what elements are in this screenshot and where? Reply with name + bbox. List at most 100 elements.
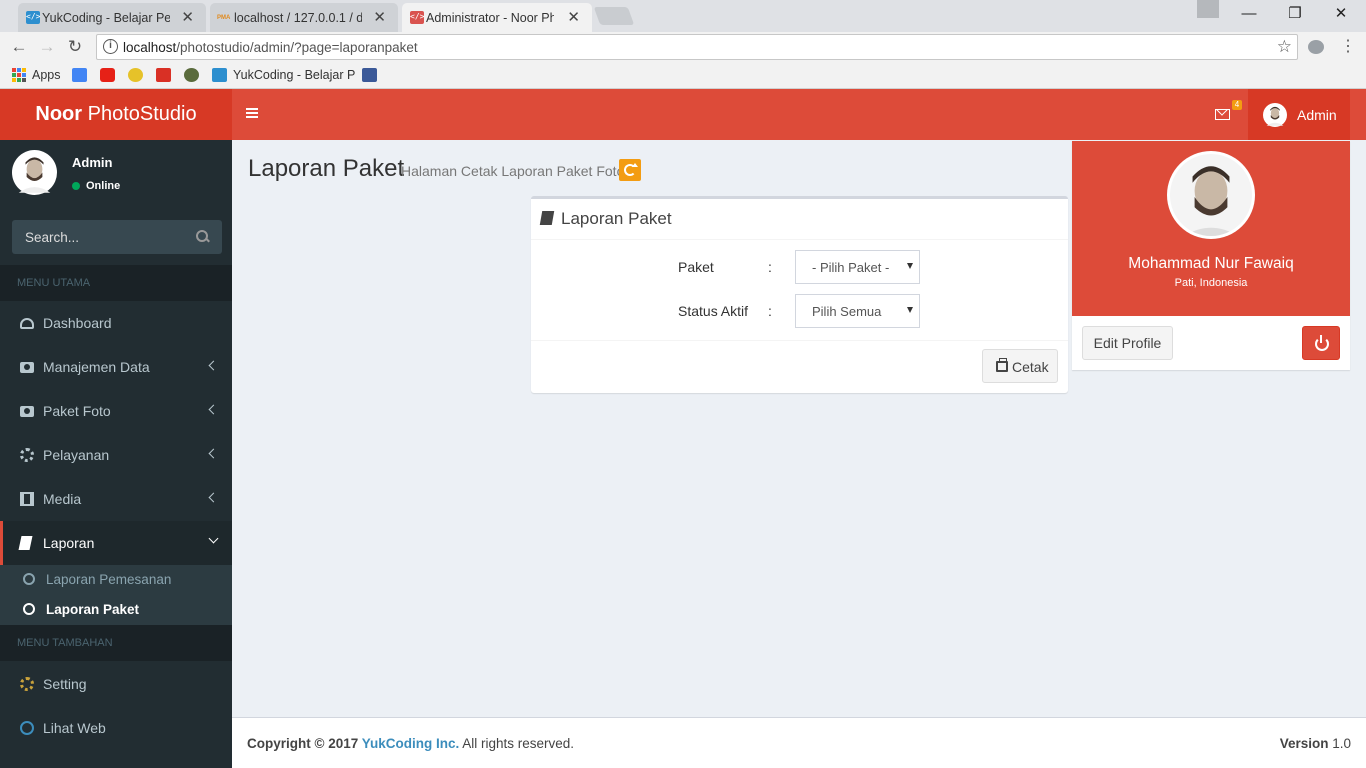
close-icon[interactable]: ✕ (181, 8, 194, 26)
bookmark-star-icon[interactable]: ☆ (1277, 37, 1292, 57)
code-icon (212, 68, 227, 82)
avatar (12, 150, 57, 195)
close-icon[interactable]: ✕ (373, 8, 386, 26)
sidebar-item-media[interactable]: Media (0, 477, 232, 521)
company-link[interactable]: YukCoding Inc. (362, 736, 460, 751)
colon-separator: : (768, 259, 772, 275)
bookmark-python[interactable] (184, 67, 199, 83)
logout-button[interactable] (1302, 326, 1340, 360)
bookmark-translate[interactable] (72, 67, 87, 83)
python-icon (184, 68, 199, 82)
sidebar-item-setting[interactable]: Setting (0, 662, 232, 706)
user-panel: Admin Online (0, 140, 232, 206)
url-input[interactable]: i localhost/photostudio/admin/?page=lapo… (96, 34, 1298, 60)
url-text: localhost/photostudio/admin/?page=lapora… (123, 40, 418, 55)
browser-tab-yukcoding[interactable]: YukCoding - Belajar Pem ✕ (18, 3, 206, 32)
back-button[interactable]: ← (8, 36, 30, 58)
phpmyadmin-icon (217, 11, 232, 24)
sidebar-toggle-icon[interactable] (246, 106, 260, 120)
messages-badge: 4 (1232, 100, 1242, 110)
address-bar-row: ← → ↻ i localhost/photostudio/admin/?pag… (0, 32, 1366, 62)
book-icon (539, 211, 555, 225)
sidebar-item-dashboard[interactable]: Dashboard (0, 301, 232, 345)
version-text: Version 1.0 (1279, 736, 1351, 751)
box-divider (531, 340, 1068, 341)
app-logo[interactable]: Noor PhotoStudio (0, 89, 232, 140)
code-icon (410, 11, 424, 24)
tab-title: Administrator - Noor Pho (426, 10, 554, 25)
browser-menu-icon[interactable]: ⋮ (1340, 36, 1356, 56)
browser-tab-bar: YukCoding - Belajar Pem ✕ localhost / 12… (0, 0, 1366, 32)
bookmark-hand[interactable] (128, 67, 143, 83)
youtube-icon (100, 68, 115, 82)
refresh-button[interactable] (619, 159, 641, 181)
page-subtitle: Halaman Cetak Laporan Paket Foto (401, 163, 625, 179)
minimize-button[interactable]: — (1226, 0, 1272, 28)
page-title: Laporan Paket (248, 155, 405, 182)
search-icon[interactable] (196, 230, 210, 244)
sidebar-search (12, 220, 222, 254)
profile-location: Pati, Indonesia (1174, 277, 1248, 289)
envelope-icon (1215, 109, 1230, 120)
bookmark-yukcoding[interactable]: YukCoding - Belajar P (212, 67, 355, 83)
print-button[interactable]: Cetak (982, 349, 1058, 383)
window-close-button[interactable]: ✕ (1318, 0, 1364, 28)
sidebar-item-manajemen-data[interactable]: Manajemen Data (0, 345, 232, 389)
chevron-down-icon (208, 533, 219, 544)
bookmark-a[interactable] (156, 67, 171, 83)
close-icon[interactable]: ✕ (567, 8, 580, 26)
forward-button[interactable]: → (36, 36, 58, 58)
chevron-left-icon (208, 492, 219, 503)
camera-icon (20, 406, 34, 417)
page-footer: Copyright © 2017 YukCoding Inc. All righ… (232, 717, 1366, 768)
bookmark-facebook[interactable] (362, 67, 377, 83)
restore-button[interactable]: ❐ (1272, 0, 1318, 28)
tab-title: localhost / 127.0.0.1 / db (234, 10, 362, 25)
dashboard-icon (20, 318, 34, 329)
sidebar-item-laporan[interactable]: Laporan (0, 521, 232, 565)
sidebar-subitem-laporan-paket[interactable]: Laporan Paket (0, 595, 232, 625)
adobe-icon (156, 68, 171, 82)
user-name: Admin (1297, 107, 1337, 123)
messages-button[interactable] (1215, 107, 1233, 122)
sidebar-item-pelayanan[interactable]: Pelayanan (0, 433, 232, 477)
profile-card-header: Mohammad Nur Fawaiq Pati, Indonesia (1072, 141, 1350, 316)
menu-header-main: MENU UTAMA (0, 265, 232, 301)
menu-header-extra: MENU TAMBAHAN (0, 625, 232, 661)
browser-tab-admin[interactable]: Administrator - Noor Pho ✕ (402, 3, 592, 32)
sidebar-item-paket-foto[interactable]: Paket Foto (0, 389, 232, 433)
search-input[interactable] (12, 220, 187, 254)
hand-icon (128, 68, 143, 82)
avatar (1263, 103, 1287, 127)
status-aktif-label: Status Aktif (678, 303, 749, 319)
browser-tab-phpmyadmin[interactable]: localhost / 127.0.0.1 / db ✕ (210, 3, 398, 32)
paket-select[interactable]: - Pilih Paket - (795, 250, 920, 284)
colon-separator: : (768, 303, 772, 319)
edit-profile-button[interactable]: Edit Profile (1082, 326, 1173, 360)
sidebar-user-name: Admin (72, 155, 113, 170)
circle-icon (23, 603, 35, 615)
status-aktif-select[interactable]: Pilih Semua (795, 294, 920, 328)
top-navbar: 4 Admin (232, 89, 1366, 140)
profile-name: Mohammad Nur Fawaiq (1128, 255, 1294, 272)
paket-label: Paket (678, 259, 714, 275)
print-icon (996, 358, 1008, 372)
chevron-left-icon (208, 448, 219, 459)
bookmark-youtube[interactable] (100, 67, 115, 83)
sidebar-subitem-laporan-pemesanan[interactable]: Laporan Pemesanan (0, 565, 232, 595)
sidebar-item-lihat-web[interactable]: Lihat Web (0, 706, 232, 750)
new-tab-button[interactable] (593, 7, 635, 25)
box-title: Laporan Paket (561, 209, 672, 228)
bookmark-apps[interactable]: Apps (12, 67, 61, 83)
gear-icon (20, 677, 34, 691)
info-icon[interactable]: i (103, 39, 118, 54)
facebook-icon (362, 68, 377, 82)
circle-icon (23, 573, 35, 585)
caret-down-icon (907, 263, 913, 269)
laporan-submenu: Laporan Pemesanan Laporan Paket (0, 565, 232, 625)
reload-button[interactable]: ↻ (64, 36, 86, 58)
user-menu-button[interactable]: Admin (1248, 89, 1350, 140)
extension-icon[interactable] (1308, 40, 1324, 54)
profile-icon[interactable] (1197, 0, 1219, 18)
circle-icon (20, 721, 34, 735)
